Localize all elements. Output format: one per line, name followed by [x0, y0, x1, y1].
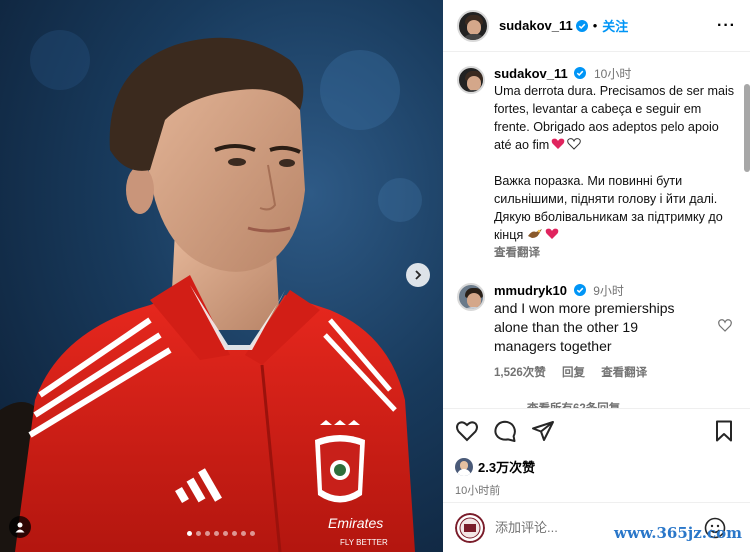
verified-icon [575, 19, 588, 32]
like-heart-icon[interactable] [455, 419, 479, 443]
eagle-emoji-icon [527, 229, 542, 238]
bookmark-icon[interactable] [712, 419, 736, 443]
view-all-replies-label: 查看所有62条回复 [527, 400, 620, 408]
carousel-dot [250, 531, 255, 536]
more-options-icon[interactable]: ··· [717, 17, 736, 35]
carousel-dot [205, 531, 210, 536]
author-avatar[interactable] [457, 9, 489, 42]
follow-button[interactable]: 关注 [602, 16, 628, 35]
comments-list: sudakov_11 10小时 Uma derrota dura. Precis… [443, 53, 750, 408]
post-detail-panel: sudakov_11 • 关注 ··· sudakov_11 10小时 Uma … [443, 0, 750, 552]
commenter-username[interactable]: mmudryk10 [494, 283, 567, 298]
caption-text: Uma derrota dura. Precisamos de ser mais… [494, 82, 736, 244]
comment-text: and I won more premierships alone than t… [494, 300, 675, 354]
post-actions: 2.3万次赞 10小时前 [443, 408, 750, 498]
caption-time[interactable]: 10小时 [594, 67, 631, 81]
caption-username[interactable]: sudakov_11 [494, 66, 568, 81]
comment-time[interactable]: 9小时 [593, 284, 624, 298]
comment-likes-count[interactable]: 1,526次赞 [494, 367, 546, 379]
comment-icon[interactable] [493, 419, 517, 443]
chevron-right-icon [415, 270, 422, 280]
author-avatar[interactable] [457, 66, 485, 94]
verified-icon [573, 284, 586, 296]
carousel-next-button[interactable] [406, 263, 430, 287]
carousel-dot [232, 531, 237, 536]
user-tag-icon [15, 522, 25, 533]
carousel-dot [196, 531, 201, 536]
comment-entry: mmudryk10 9小时 and I won more premiership… [457, 282, 736, 380]
carousel-indicator [187, 531, 255, 536]
caption-entry: sudakov_11 10小时 Uma derrota dura. Precis… [457, 65, 736, 260]
comment-meta: 1,526次赞 回复 查看翻译 [494, 364, 736, 380]
red-heart-emoji-icon [552, 138, 565, 149]
carousel-dot [214, 531, 219, 536]
carousel-dot [187, 531, 192, 536]
scrollbar-thumb[interactable] [744, 84, 750, 172]
carousel-dot [223, 531, 228, 536]
comment-see-translation-link[interactable]: 查看翻译 [601, 367, 647, 379]
caption-portuguese: Uma derrota dura. Precisamos de ser mais… [494, 84, 735, 152]
white-heart-emoji-icon [567, 138, 582, 150]
red-heart-emoji-icon [545, 228, 559, 239]
jersey-sponsor-sub: FLY BETTER [340, 538, 388, 547]
reply-button[interactable]: 回复 [562, 367, 585, 379]
post-timestamp[interactable]: 10小时前 [455, 482, 738, 498]
view-all-replies-button[interactable]: 查看所有62条回复 [457, 400, 736, 408]
post-image[interactable]: Emirates FLY BETTER [0, 0, 443, 552]
jersey-sponsor-text: Emirates [328, 515, 383, 531]
comment-like-heart-icon[interactable] [718, 319, 732, 332]
comments-scrollbar[interactable] [743, 56, 750, 401]
commenter-avatar[interactable] [457, 283, 485, 311]
verified-icon [574, 67, 587, 79]
user-tag-button[interactable] [9, 516, 31, 538]
post-header: sudakov_11 • 关注 ··· [443, 0, 750, 52]
carousel-dot [241, 531, 246, 536]
likes-row[interactable]: 2.3万次赞 [455, 457, 738, 476]
site-watermark: www.365jz.com [614, 524, 742, 542]
share-icon[interactable] [531, 419, 555, 443]
author-username[interactable]: sudakov_11 [499, 18, 573, 33]
viewer-avatar [455, 512, 485, 543]
player-photo: Emirates FLY BETTER [0, 30, 422, 552]
separator-dot: • [592, 18, 598, 33]
liker-avatar [455, 457, 473, 476]
viewer-profile-icon [455, 512, 485, 543]
see-translation-link[interactable]: 查看翻译 [494, 244, 736, 260]
likes-count[interactable]: 2.3万次赞 [478, 457, 535, 476]
